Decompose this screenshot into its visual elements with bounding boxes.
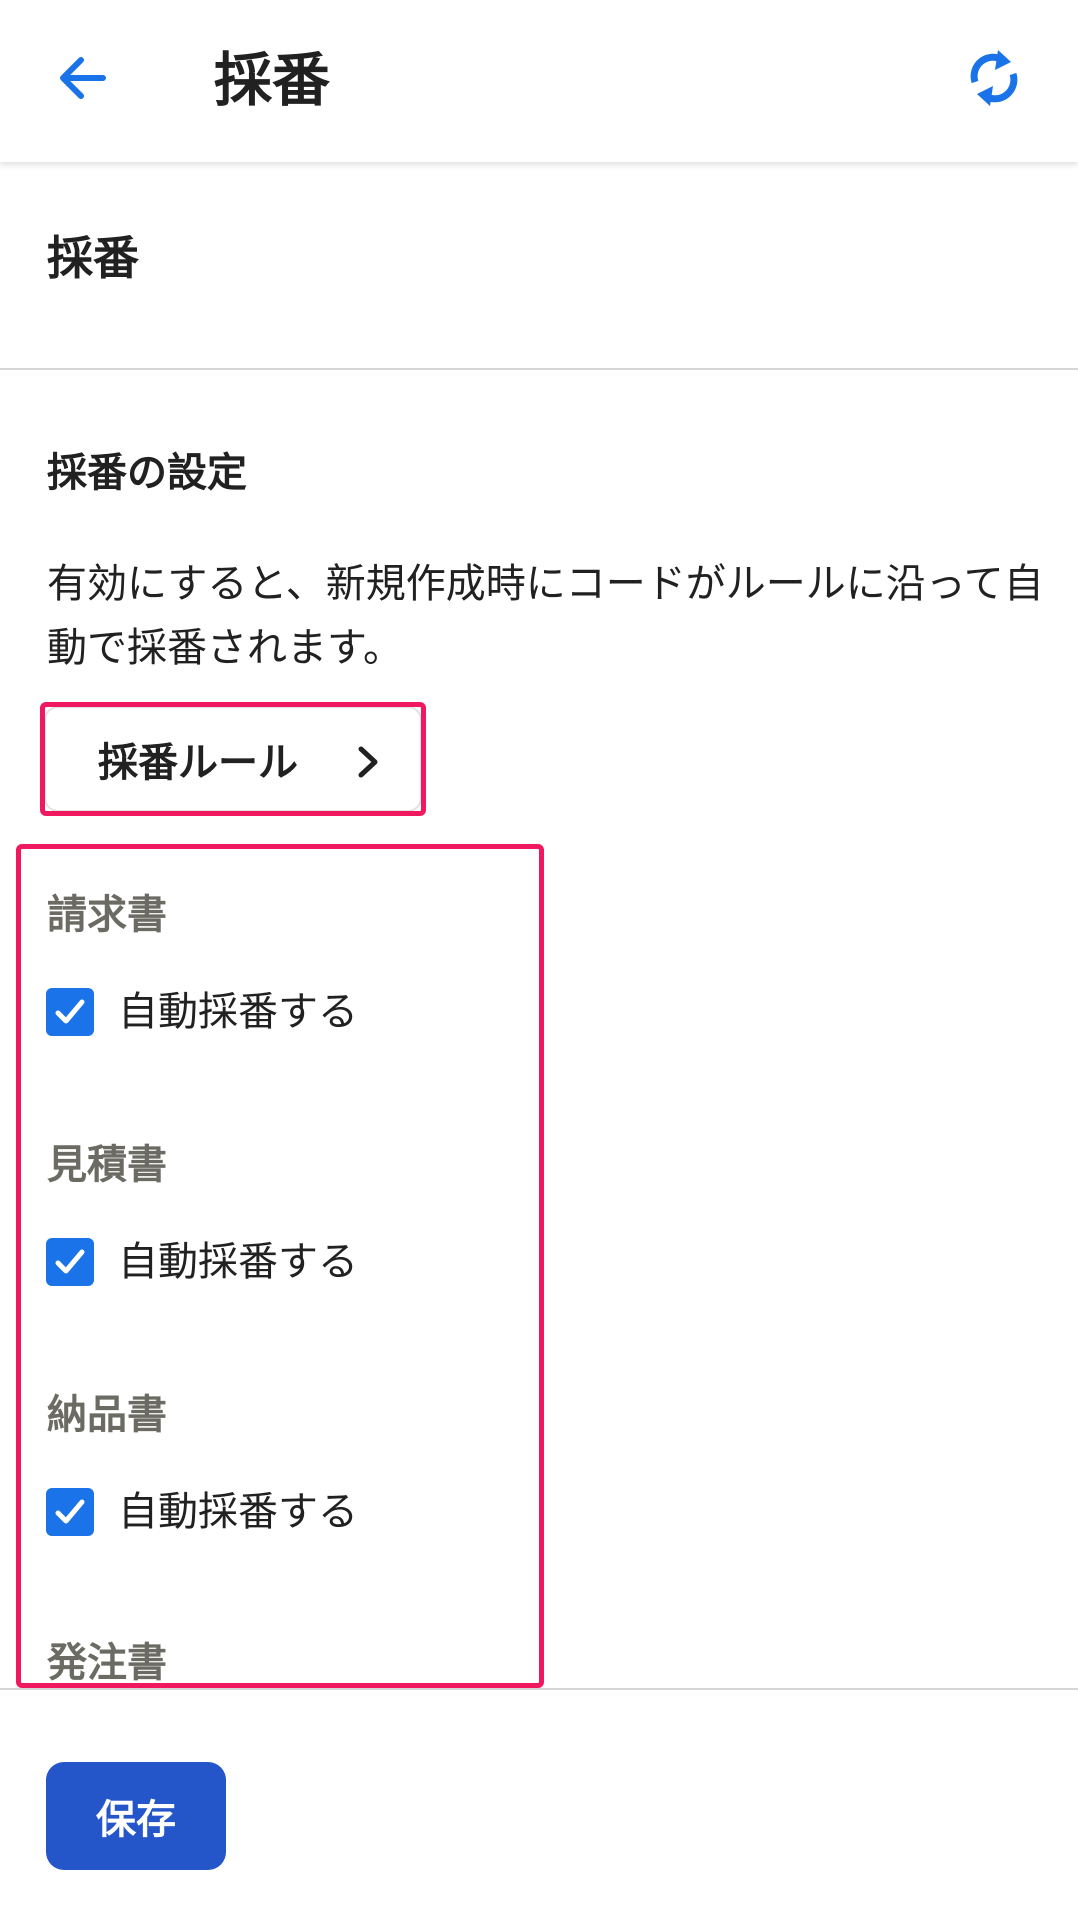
auto-number-delivery-checkbox[interactable] <box>46 1488 94 1536</box>
back-button[interactable] <box>44 36 120 120</box>
settings-content[interactable]: 採番 採番の設定 有効にすると、新規作成時にコードがルールに沿って自動で採番され… <box>0 162 1078 1688</box>
refresh-button[interactable] <box>956 36 1032 120</box>
doc-label-delivery: 納品書 <box>47 1392 167 1438</box>
auto-number-invoice-label: 自動採番する <box>118 989 358 1035</box>
save-button[interactable]: 保存 <box>46 1762 226 1870</box>
auto-number-invoice-checkbox[interactable] <box>46 988 94 1036</box>
auto-number-estimate-row[interactable]: 自動採番する <box>46 1230 358 1294</box>
auto-number-estimate-label: 自動採番する <box>118 1239 358 1285</box>
arrow-left-icon <box>60 57 106 99</box>
footer-bar: 保存 <box>0 1688 1078 1922</box>
checkmark-icon <box>55 999 85 1024</box>
settings-title: 採番の設定 <box>47 450 247 496</box>
section-divider <box>0 368 1078 370</box>
doc-label-invoice: 請求書 <box>47 892 167 938</box>
checkmark-icon <box>55 1249 85 1274</box>
auto-number-delivery-row[interactable]: 自動採番する <box>46 1480 358 1544</box>
section-title: 採番 <box>47 231 139 285</box>
refresh-icon <box>970 50 1018 106</box>
chevron-right-icon <box>358 746 378 778</box>
doc-label-estimate: 見積書 <box>47 1142 167 1188</box>
checkmark-icon <box>55 1499 85 1524</box>
doc-label-purchase-order: 発注書 <box>47 1640 167 1686</box>
settings-description: 有効にすると、新規作成時にコードがルールに沿って自動で採番されます。 <box>47 561 1044 671</box>
auto-number-estimate-checkbox[interactable] <box>46 1238 94 1286</box>
page-title: 採番 <box>214 46 331 114</box>
auto-number-delivery-label: 自動採番する <box>118 1489 358 1535</box>
numbering-rule-button[interactable]: 採番ルール <box>44 706 422 812</box>
numbering-rule-label: 採番ルール <box>98 740 298 786</box>
auto-number-invoice-row[interactable]: 自動採番する <box>46 980 358 1044</box>
app-bar: 採番 <box>0 0 1078 162</box>
